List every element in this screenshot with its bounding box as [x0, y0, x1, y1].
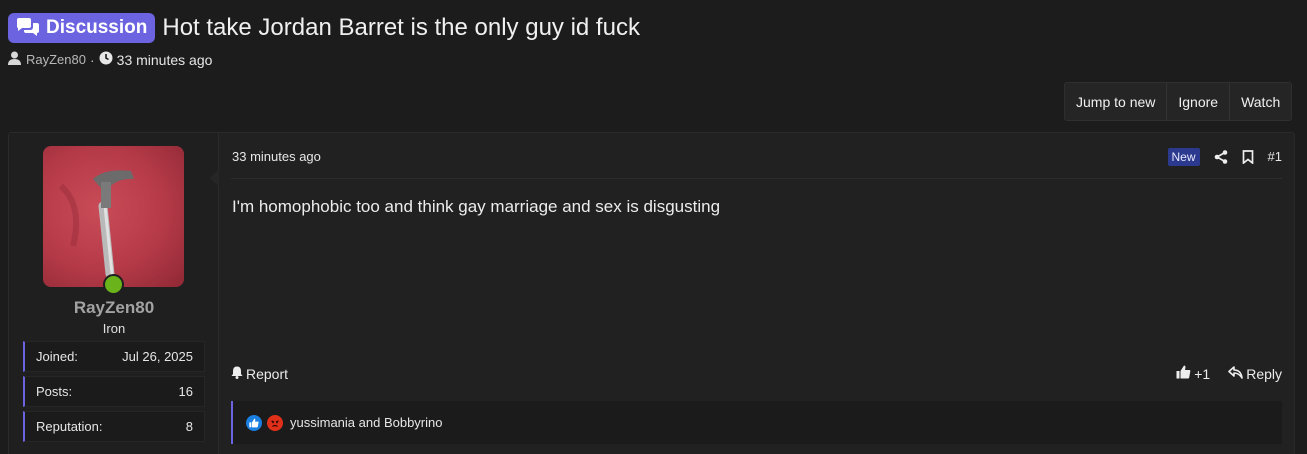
- post-header: 33 minutes ago New #1: [231, 145, 1282, 179]
- new-badge: New: [1167, 147, 1200, 166]
- stat-joined: Joined: Jul 26, 2025: [23, 341, 205, 372]
- stat-value: 8: [185, 419, 193, 434]
- stat-label: Reputation:: [36, 419, 103, 434]
- report-label: Report: [246, 365, 289, 382]
- reactions-users[interactable]: yussimania and Bobbyrino: [290, 415, 442, 430]
- thread-time[interactable]: 33 minutes ago: [117, 52, 213, 68]
- stat-posts: Posts: 16: [23, 376, 205, 407]
- clock-icon: [99, 51, 113, 68]
- chat-bubbles-icon: [16, 18, 40, 38]
- prefix-label: Discussion: [46, 17, 148, 38]
- like-button[interactable]: +1: [1176, 365, 1210, 382]
- ignore-button[interactable]: Ignore: [1167, 83, 1231, 120]
- post-body: I'm homophobic too and think gay marriag…: [232, 197, 721, 216]
- message-arrow: [210, 169, 219, 187]
- bell-icon: [231, 366, 243, 382]
- share-icon[interactable]: [1214, 149, 1228, 164]
- meta-separator: ·: [89, 51, 95, 68]
- stat-value[interactable]: 16: [179, 384, 193, 399]
- avatar[interactable]: [43, 146, 184, 287]
- reply-label: Reply: [1246, 365, 1282, 382]
- stat-label: Joined:: [36, 349, 78, 364]
- thread-actions: Jump to new Ignore Watch: [1064, 82, 1293, 121]
- thread-header: Discussion Hot take Jordan Barret is the…: [8, 13, 640, 43]
- user-stats: Joined: Jul 26, 2025 Posts: 16 Reputatio…: [23, 341, 205, 446]
- reply-button[interactable]: Reply: [1228, 366, 1282, 382]
- thread-title: Hot take Jordan Barret is the only guy i…: [162, 14, 640, 41]
- watch-button[interactable]: Watch: [1230, 83, 1291, 120]
- like-reaction-icon: [246, 414, 262, 431]
- post-footer-right: +1 Reply: [1176, 365, 1282, 382]
- user-rank: Iron: [102, 321, 126, 336]
- stat-value: Jul 26, 2025: [122, 349, 193, 364]
- post-main: 33 minutes ago New #1 I'm homophobic too…: [231, 133, 1282, 454]
- post-number-link[interactable]: #1: [1268, 149, 1282, 164]
- stat-reputation: Reputation: 8: [23, 411, 205, 442]
- reply-icon: [1228, 365, 1244, 382]
- angry-reaction-icon: [267, 414, 283, 431]
- discussion-prefix-badge[interactable]: Discussion: [8, 13, 156, 43]
- stat-label: Posts:: [36, 384, 73, 399]
- post-header-tools: New #1: [1167, 147, 1282, 166]
- thread-author-link[interactable]: RayZen80: [26, 52, 86, 67]
- reactions-bar[interactable]: yussimania and Bobbyrino: [231, 401, 1282, 444]
- jump-to-new-button[interactable]: Jump to new: [1065, 83, 1168, 120]
- like-label: +1: [1194, 365, 1211, 382]
- post-username[interactable]: RayZen80: [9, 298, 219, 318]
- post-time[interactable]: 33 minutes ago: [232, 149, 321, 164]
- thumbs-up-icon: [1176, 365, 1191, 382]
- thread-meta: RayZen80 · 33 minutes ago: [8, 51, 212, 68]
- post-footer-actions: Report +1 Reply: [231, 365, 1282, 382]
- report-button[interactable]: Report: [231, 366, 288, 382]
- user-icon: [8, 51, 21, 68]
- post-user-column: RayZen80 Iron Joined: Jul 26, 2025 Posts…: [9, 133, 219, 454]
- online-status-indicator: [103, 274, 124, 295]
- post: RayZen80 Iron Joined: Jul 26, 2025 Posts…: [8, 132, 1295, 454]
- bookmark-icon[interactable]: [1242, 149, 1254, 164]
